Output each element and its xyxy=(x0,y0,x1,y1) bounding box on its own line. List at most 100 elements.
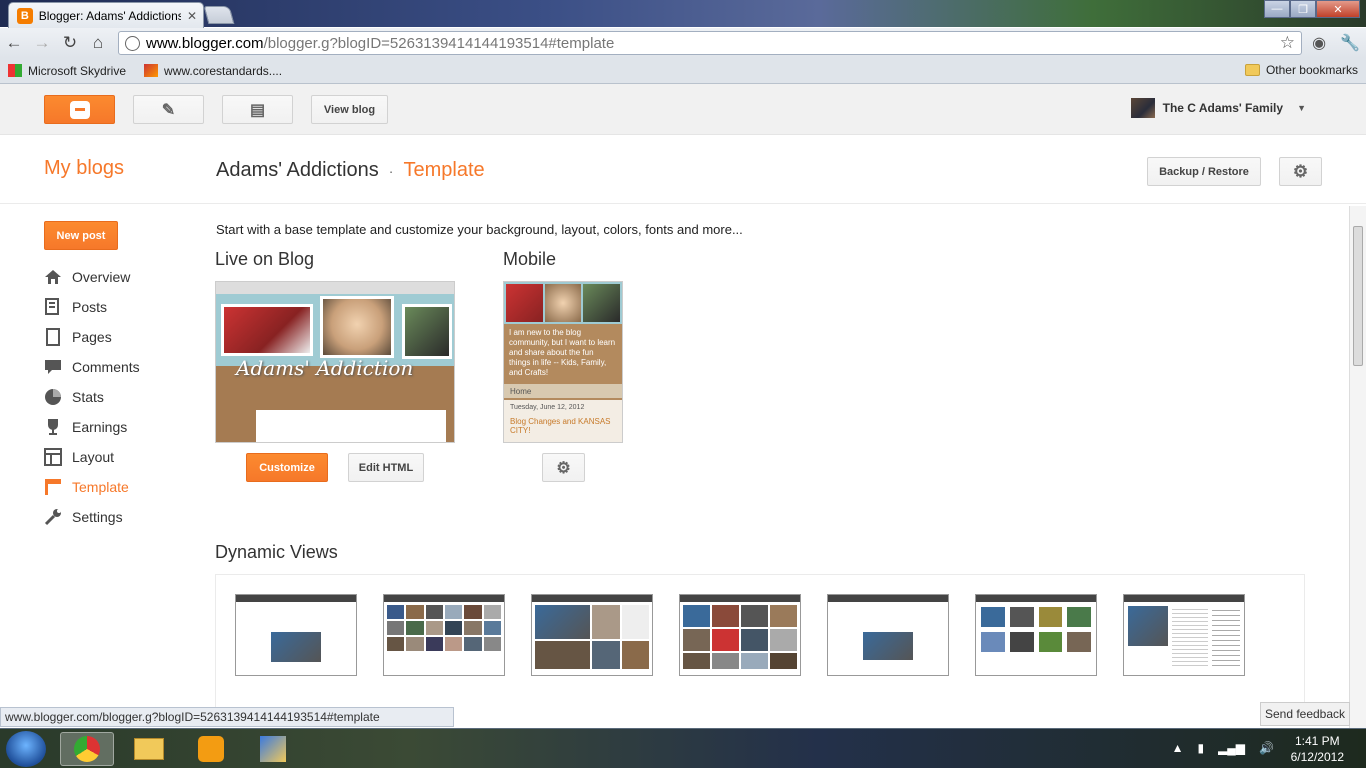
send-feedback-button[interactable]: Send feedback xyxy=(1260,702,1350,726)
preview-photo-shoes xyxy=(221,304,313,356)
restore-button[interactable]: ❐ xyxy=(1290,0,1316,18)
bookmark-skydrive[interactable]: Microsoft Skydrive xyxy=(8,64,126,78)
status-bar: www.blogger.com/blogger.g?blogID=5263139… xyxy=(0,707,454,727)
reload-button[interactable]: ↻ xyxy=(56,29,84,57)
url-text: www.blogger.com/blogger.g?blogID=5263139… xyxy=(146,34,615,52)
tab-close-icon[interactable]: ✕ xyxy=(187,9,197,23)
settings-gear-button[interactable]: ⚙ xyxy=(1279,157,1322,186)
page-title: Template xyxy=(403,159,485,181)
trophy-icon xyxy=(44,418,62,436)
breadcrumb-separator: · xyxy=(388,162,394,179)
mobile-preview-description: I am new to the blog community, but I wa… xyxy=(509,328,616,377)
sidebar-item-stats[interactable]: Stats xyxy=(44,382,140,412)
backup-restore-button[interactable]: Backup / Restore xyxy=(1147,157,1261,186)
dynamic-views-heading: Dynamic Views xyxy=(215,542,338,562)
bookmark-corestandards[interactable]: www.corestandards.... xyxy=(144,64,282,78)
edit-html-button[interactable]: Edit HTML xyxy=(348,453,424,482)
new-post-pencil-button[interactable]: ✎ xyxy=(133,95,204,124)
stats-icon xyxy=(44,388,62,406)
posts-list-button[interactable]: ▤ xyxy=(222,95,293,124)
back-button[interactable]: ← xyxy=(0,29,28,57)
sidebar-item-posts[interactable]: Posts xyxy=(44,292,140,322)
wrench-icon xyxy=(44,508,62,526)
customize-button[interactable]: Customize xyxy=(246,453,328,482)
other-bookmarks[interactable]: Other bookmarks xyxy=(1244,63,1358,77)
preview-post-area xyxy=(256,410,446,442)
browser-tab[interactable]: B Blogger: Adams' Addictions ✕ xyxy=(8,2,204,28)
pages-icon xyxy=(44,328,62,346)
extension-icon[interactable]: ◉ xyxy=(1312,33,1326,53)
windows-flag-icon xyxy=(8,64,22,77)
forward-button[interactable]: → xyxy=(28,29,56,57)
sidebar-item-layout[interactable]: Layout xyxy=(44,442,140,472)
sidebar-item-comments[interactable]: Comments xyxy=(44,352,140,382)
sidebar-item-pages[interactable]: Pages xyxy=(44,322,140,352)
window-close-button[interactable]: ✕ xyxy=(1316,0,1360,18)
dynamic-view-mosaic[interactable] xyxy=(679,594,801,676)
blogger-header: ✎ ▤ View blog The C Adams' Family ▼ xyxy=(0,84,1366,135)
sidebar-nav: Overview Posts Pages Comments Stats Earn… xyxy=(44,262,140,532)
live-on-blog-heading: Live on Blog xyxy=(215,249,315,269)
dynamic-view-snapshot[interactable] xyxy=(975,594,1097,676)
blogger-home-button[interactable] xyxy=(44,95,115,124)
chevron-down-icon: ▼ xyxy=(1297,103,1306,113)
my-blogs-link[interactable]: My blogs xyxy=(44,157,124,180)
home-button[interactable]: ⌂ xyxy=(84,29,112,57)
wrench-menu-icon[interactable]: 🔧 xyxy=(1340,33,1360,53)
battery-icon[interactable]: ▮ xyxy=(1197,741,1204,755)
new-post-button[interactable]: New post xyxy=(44,221,118,250)
dynamic-view-magazine[interactable] xyxy=(531,594,653,676)
mobile-preview-home: Home xyxy=(504,384,622,398)
sidebar-item-earnings[interactable]: Earnings xyxy=(44,412,140,442)
sidebar-item-settings[interactable]: Settings xyxy=(44,502,140,532)
live-template-preview[interactable]: Adams' Addiction xyxy=(215,281,455,443)
blog-name[interactable]: Adams' Addictions xyxy=(216,159,379,182)
view-blog-button[interactable]: View blog xyxy=(311,95,388,124)
dynamic-view-classic[interactable] xyxy=(235,594,357,676)
taskbar-media-player[interactable] xyxy=(184,732,238,766)
preview-navbar xyxy=(216,282,454,294)
mobile-preview-post: Tuesday, June 12, 2012 Blog Changes and … xyxy=(504,400,622,442)
mobile-preview-post-title: Blog Changes and KANSAS CITY! xyxy=(510,417,611,435)
taskbar-explorer[interactable] xyxy=(122,732,176,766)
scrollbar-thumb[interactable] xyxy=(1353,226,1363,366)
corestandards-icon xyxy=(144,64,159,77)
minimize-button[interactable]: — xyxy=(1264,0,1290,18)
taskbar-paint[interactable] xyxy=(246,732,300,766)
dynamic-view-timeslide[interactable] xyxy=(1123,594,1245,676)
intro-text: Start with a base template and customize… xyxy=(216,222,743,237)
tab-title: Blogger: Adams' Addictions xyxy=(38,8,181,23)
posts-icon xyxy=(44,298,62,316)
volume-icon[interactable]: 🔊 xyxy=(1259,741,1274,755)
gear-icon: ⚙ xyxy=(1292,161,1309,181)
account-menu[interactable]: The C Adams' Family ▼ xyxy=(1130,98,1306,118)
mobile-template-preview[interactable]: I am new to the blog community, but I wa… xyxy=(503,281,623,443)
clock-date: 6/12/2012 xyxy=(1290,750,1344,764)
network-icon[interactable]: ▂▄▆ xyxy=(1218,741,1245,755)
preview-photo-family xyxy=(402,304,452,359)
dynamic-view-sidebar[interactable] xyxy=(827,594,949,676)
taskbar-clock[interactable]: 1:41 PM 6/12/2012 xyxy=(1291,733,1344,765)
taskbar-chrome[interactable] xyxy=(60,732,114,766)
preview-blog-title: Adams' Addiction xyxy=(236,356,414,380)
start-button[interactable] xyxy=(6,731,46,767)
mobile-settings-button[interactable]: ⚙ xyxy=(542,453,585,482)
avatar xyxy=(1130,98,1155,118)
address-bar[interactable]: www.blogger.com/blogger.g?blogID=5263139… xyxy=(118,31,1302,55)
preview-photo-baby xyxy=(320,296,394,358)
window-titlebar: B Blogger: Adams' Addictions ✕ — ❐ ✕ xyxy=(0,0,1366,28)
bookmark-star-icon[interactable]: ☆ xyxy=(1280,33,1295,53)
folder-icon xyxy=(134,738,164,760)
sidebar-item-template[interactable]: Template xyxy=(44,472,140,502)
page-scrollbar[interactable] xyxy=(1349,206,1366,728)
windows-taskbar: ▲ ▮ ▂▄▆ 🔊 1:41 PM 6/12/2012 xyxy=(0,728,1366,768)
dynamic-view-flipcard[interactable] xyxy=(383,594,505,676)
sidebar-item-overview[interactable]: Overview xyxy=(44,262,140,292)
chrome-icon xyxy=(74,736,100,762)
show-hidden-icons-icon[interactable]: ▲ xyxy=(1172,741,1184,755)
comments-icon xyxy=(44,358,62,376)
layout-icon xyxy=(44,448,62,466)
pencil-icon: ✎ xyxy=(161,101,176,119)
new-tab-button[interactable] xyxy=(203,6,235,24)
title-row: My blogs Adams' Addictions · Template Ba… xyxy=(0,136,1366,204)
